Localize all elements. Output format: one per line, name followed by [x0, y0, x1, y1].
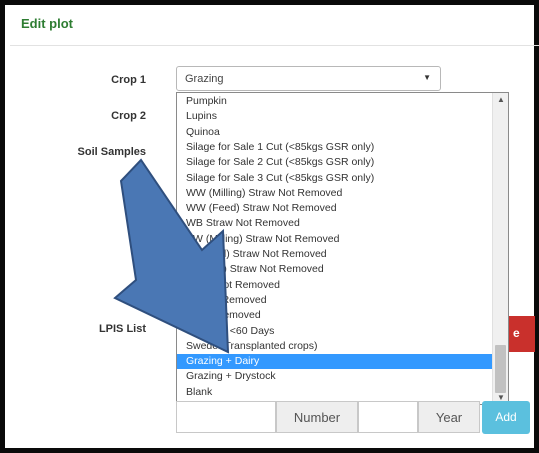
soil-samples-label: Soil Samples: [77, 146, 146, 158]
crop1-select[interactable]: Grazing ▼: [176, 66, 441, 91]
dropdown-option[interactable]: Grazing + Dairy: [177, 354, 493, 370]
lpis-list-label: LPIS List: [98, 323, 146, 335]
remove-button[interactable]: e: [505, 316, 535, 352]
crop1-label: Crop 1: [111, 74, 146, 86]
year-addon: Year: [418, 401, 480, 433]
dropdown-option[interactable]: Quinoa: [177, 125, 493, 140]
dropdown-option[interactable]: Straw Not Removed: [177, 278, 493, 293]
add-button[interactable]: Add: [482, 401, 530, 434]
crop-dropdown-list[interactable]: Pumpkin Lupins Quinoa Silage for Sale 1 Cut…: [176, 92, 509, 405]
remove-button-label: e: [513, 326, 520, 340]
dropdown-option[interactable]: Pumpkin: [177, 94, 493, 109]
dropdown-option[interactable]: W (Feed) Straw Not Removed: [177, 247, 493, 262]
dropdown-option[interactable]: Swede (Transplanted crops): [177, 339, 493, 354]
header-divider: [10, 45, 539, 46]
crop2-label: Crop 2: [111, 110, 146, 122]
dropdown-option[interactable]: Grazing + Drystock: [177, 369, 493, 384]
dropdown-option[interactable]: Silage for Sale 1 Cut (<85kgs GSR only): [177, 140, 493, 155]
dropdown-option[interactable]: SW (Milling) Straw Not Removed: [177, 232, 493, 247]
dropdown-option[interactable]: Blank: [177, 385, 493, 400]
scroll-up-icon[interactable]: ▲: [497, 95, 505, 104]
dropdown-option[interactable]: Silage for Sale 2 Cut (<85kgs GSR only): [177, 155, 493, 170]
year-input[interactable]: [358, 401, 418, 433]
page-title: Edit plot: [21, 16, 73, 31]
dropdown-option[interactable]: es Salad <60 Days: [177, 324, 493, 339]
dropdown-option[interactable]: WW (Milling) Straw Not Removed: [177, 186, 493, 201]
scrollbar-thumb[interactable]: [495, 345, 506, 393]
dropdown-option[interactable]: aw Not Removed: [177, 293, 493, 308]
crop1-selected-value: Grazing: [185, 73, 224, 85]
year-addon-label: Year: [435, 410, 463, 425]
caret-down-icon: ▼: [423, 73, 431, 82]
dropdown-option[interactable]: w Not Removed: [177, 308, 493, 323]
dropdown-option[interactable]: (Malting) Straw Not Removed: [177, 262, 493, 277]
dropdown-option[interactable]: Silage for Sale 3 Cut (<85kgs GSR only): [177, 171, 493, 186]
dropdown-option[interactable]: WB Straw Not Removed: [177, 216, 493, 231]
dropdown-option[interactable]: Lupins: [177, 109, 493, 124]
number-addon-label: Number: [293, 410, 341, 425]
number-input[interactable]: [176, 401, 276, 433]
dropdown-scrollbar[interactable]: ▲ ▼: [492, 93, 508, 404]
number-addon: Number: [276, 401, 358, 433]
dropdown-option[interactable]: WW (Feed) Straw Not Removed: [177, 201, 493, 216]
